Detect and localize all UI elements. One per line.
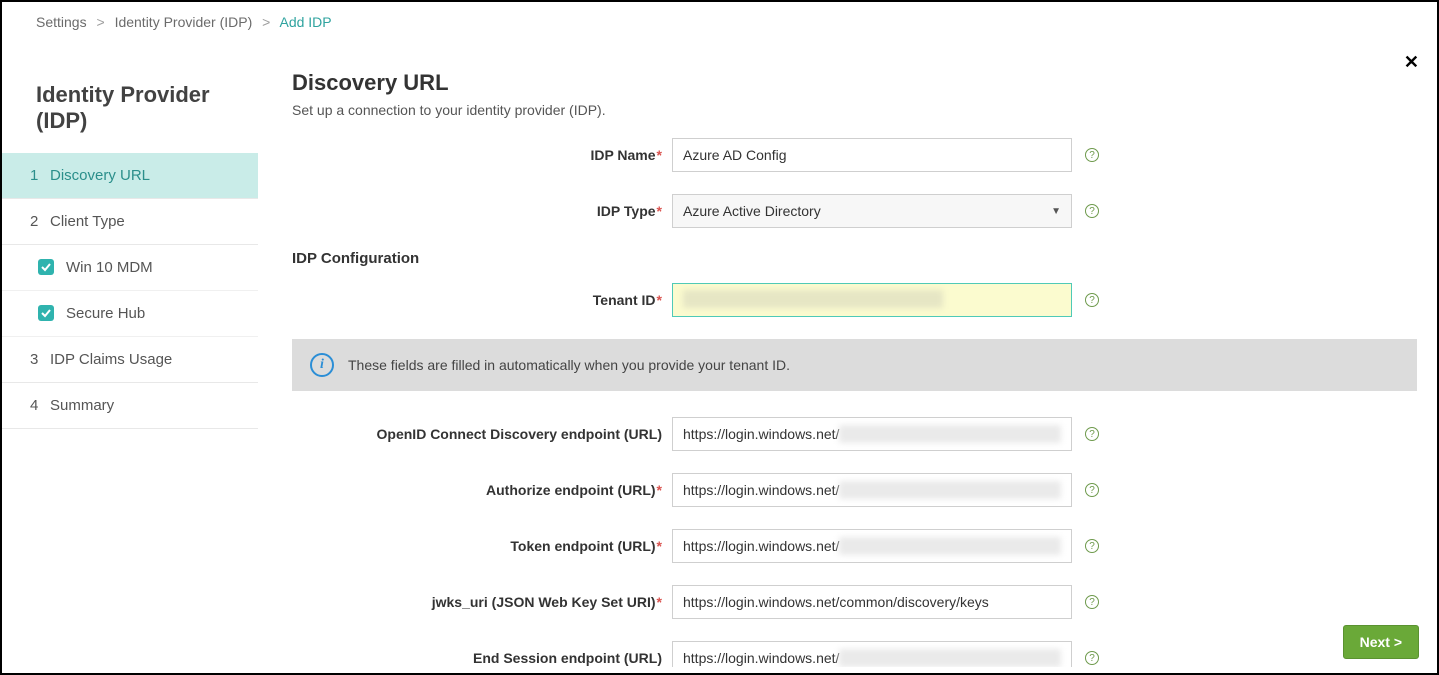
- sidebar-item-idp-claims-usage[interactable]: 3 IDP Claims Usage: [2, 337, 258, 383]
- sidebar-item-num: 2: [30, 213, 50, 230]
- info-message: These fields are filled in automatically…: [348, 357, 790, 373]
- page-title: Discovery URL: [292, 70, 1417, 96]
- sidebar-item-client-type[interactable]: 2 Client Type: [2, 199, 258, 245]
- idp-configuration-heading: IDP Configuration: [292, 250, 1417, 267]
- redacted-value: [839, 537, 1061, 555]
- sidebar-item-label: Discovery URL: [50, 167, 150, 184]
- page-subtitle: Set up a connection to your identity pro…: [292, 102, 1417, 118]
- breadcrumb-sep: >: [96, 14, 104, 30]
- idp-name-label: IDP Name*: [292, 147, 672, 163]
- sidebar-item-num: 1: [30, 167, 50, 184]
- redacted-value: [839, 425, 1061, 443]
- authorize-endpoint-label: Authorize endpoint (URL)*: [292, 482, 672, 498]
- idp-type-select[interactable]: Azure Active Directory ▼: [672, 194, 1072, 228]
- tenant-id-label: Tenant ID*: [292, 292, 672, 308]
- help-icon[interactable]: ?: [1085, 293, 1099, 307]
- sidebar-sub-label: Secure Hub: [66, 305, 145, 322]
- sidebar-sub-secure-hub[interactable]: Secure Hub: [2, 291, 258, 337]
- idp-type-label: IDP Type*: [292, 203, 672, 219]
- breadcrumb-settings[interactable]: Settings: [36, 14, 87, 30]
- sidebar: Identity Provider (IDP) 1 Discovery URL …: [2, 42, 258, 667]
- redacted-value: [839, 481, 1061, 499]
- end-session-endpoint-input[interactable]: https://login.windows.net/: [672, 641, 1072, 667]
- breadcrumb: Settings > Identity Provider (IDP) > Add…: [2, 2, 1437, 42]
- main-panel: ✕ Discovery URL Set up a connection to y…: [258, 42, 1437, 667]
- idp-name-input[interactable]: [672, 138, 1072, 172]
- sidebar-item-discovery-url[interactable]: 1 Discovery URL: [2, 153, 258, 199]
- redacted-value: [839, 649, 1061, 667]
- openid-endpoint-label: OpenID Connect Discovery endpoint (URL): [292, 426, 672, 442]
- sidebar-item-label: Summary: [50, 397, 114, 414]
- breadcrumb-idp[interactable]: Identity Provider (IDP): [115, 14, 253, 30]
- help-icon[interactable]: ?: [1085, 204, 1099, 218]
- checkbox-checked-icon[interactable]: [38, 305, 54, 321]
- close-icon[interactable]: ✕: [1404, 52, 1419, 73]
- checkbox-checked-icon[interactable]: [38, 259, 54, 275]
- openid-endpoint-input[interactable]: https://login.windows.net/: [672, 417, 1072, 451]
- help-icon[interactable]: ?: [1085, 483, 1099, 497]
- sidebar-sub-label: Win 10 MDM: [66, 259, 153, 276]
- help-icon[interactable]: ?: [1085, 539, 1099, 553]
- help-icon[interactable]: ?: [1085, 427, 1099, 441]
- sidebar-item-num: 4: [30, 397, 50, 414]
- sidebar-item-num: 3: [30, 351, 50, 368]
- sidebar-sub-win10-mdm[interactable]: Win 10 MDM: [2, 245, 258, 291]
- caret-down-icon: ▼: [1051, 206, 1061, 217]
- help-icon[interactable]: ?: [1085, 148, 1099, 162]
- sidebar-item-label: IDP Claims Usage: [50, 351, 172, 368]
- sidebar-title: Identity Provider (IDP): [2, 82, 258, 153]
- next-button[interactable]: Next >: [1343, 625, 1419, 659]
- token-endpoint-label: Token endpoint (URL)*: [292, 538, 672, 554]
- jwks-uri-label: jwks_uri (JSON Web Key Set URI)*: [292, 594, 672, 610]
- token-endpoint-input[interactable]: https://login.windows.net/: [672, 529, 1072, 563]
- help-icon[interactable]: ?: [1085, 651, 1099, 665]
- info-icon: i: [310, 353, 334, 377]
- info-banner: i These fields are filled in automatical…: [292, 339, 1417, 391]
- redacted-value: [683, 290, 943, 308]
- tenant-id-input[interactable]: [672, 283, 1072, 317]
- breadcrumb-add-idp[interactable]: Add IDP: [279, 14, 331, 30]
- sidebar-item-label: Client Type: [50, 213, 125, 230]
- end-session-endpoint-label: End Session endpoint (URL): [292, 650, 672, 666]
- authorize-endpoint-input[interactable]: https://login.windows.net/: [672, 473, 1072, 507]
- jwks-uri-input[interactable]: [672, 585, 1072, 619]
- sidebar-item-summary[interactable]: 4 Summary: [2, 383, 258, 429]
- breadcrumb-sep: >: [262, 14, 270, 30]
- idp-type-value: Azure Active Directory: [683, 203, 821, 219]
- help-icon[interactable]: ?: [1085, 595, 1099, 609]
